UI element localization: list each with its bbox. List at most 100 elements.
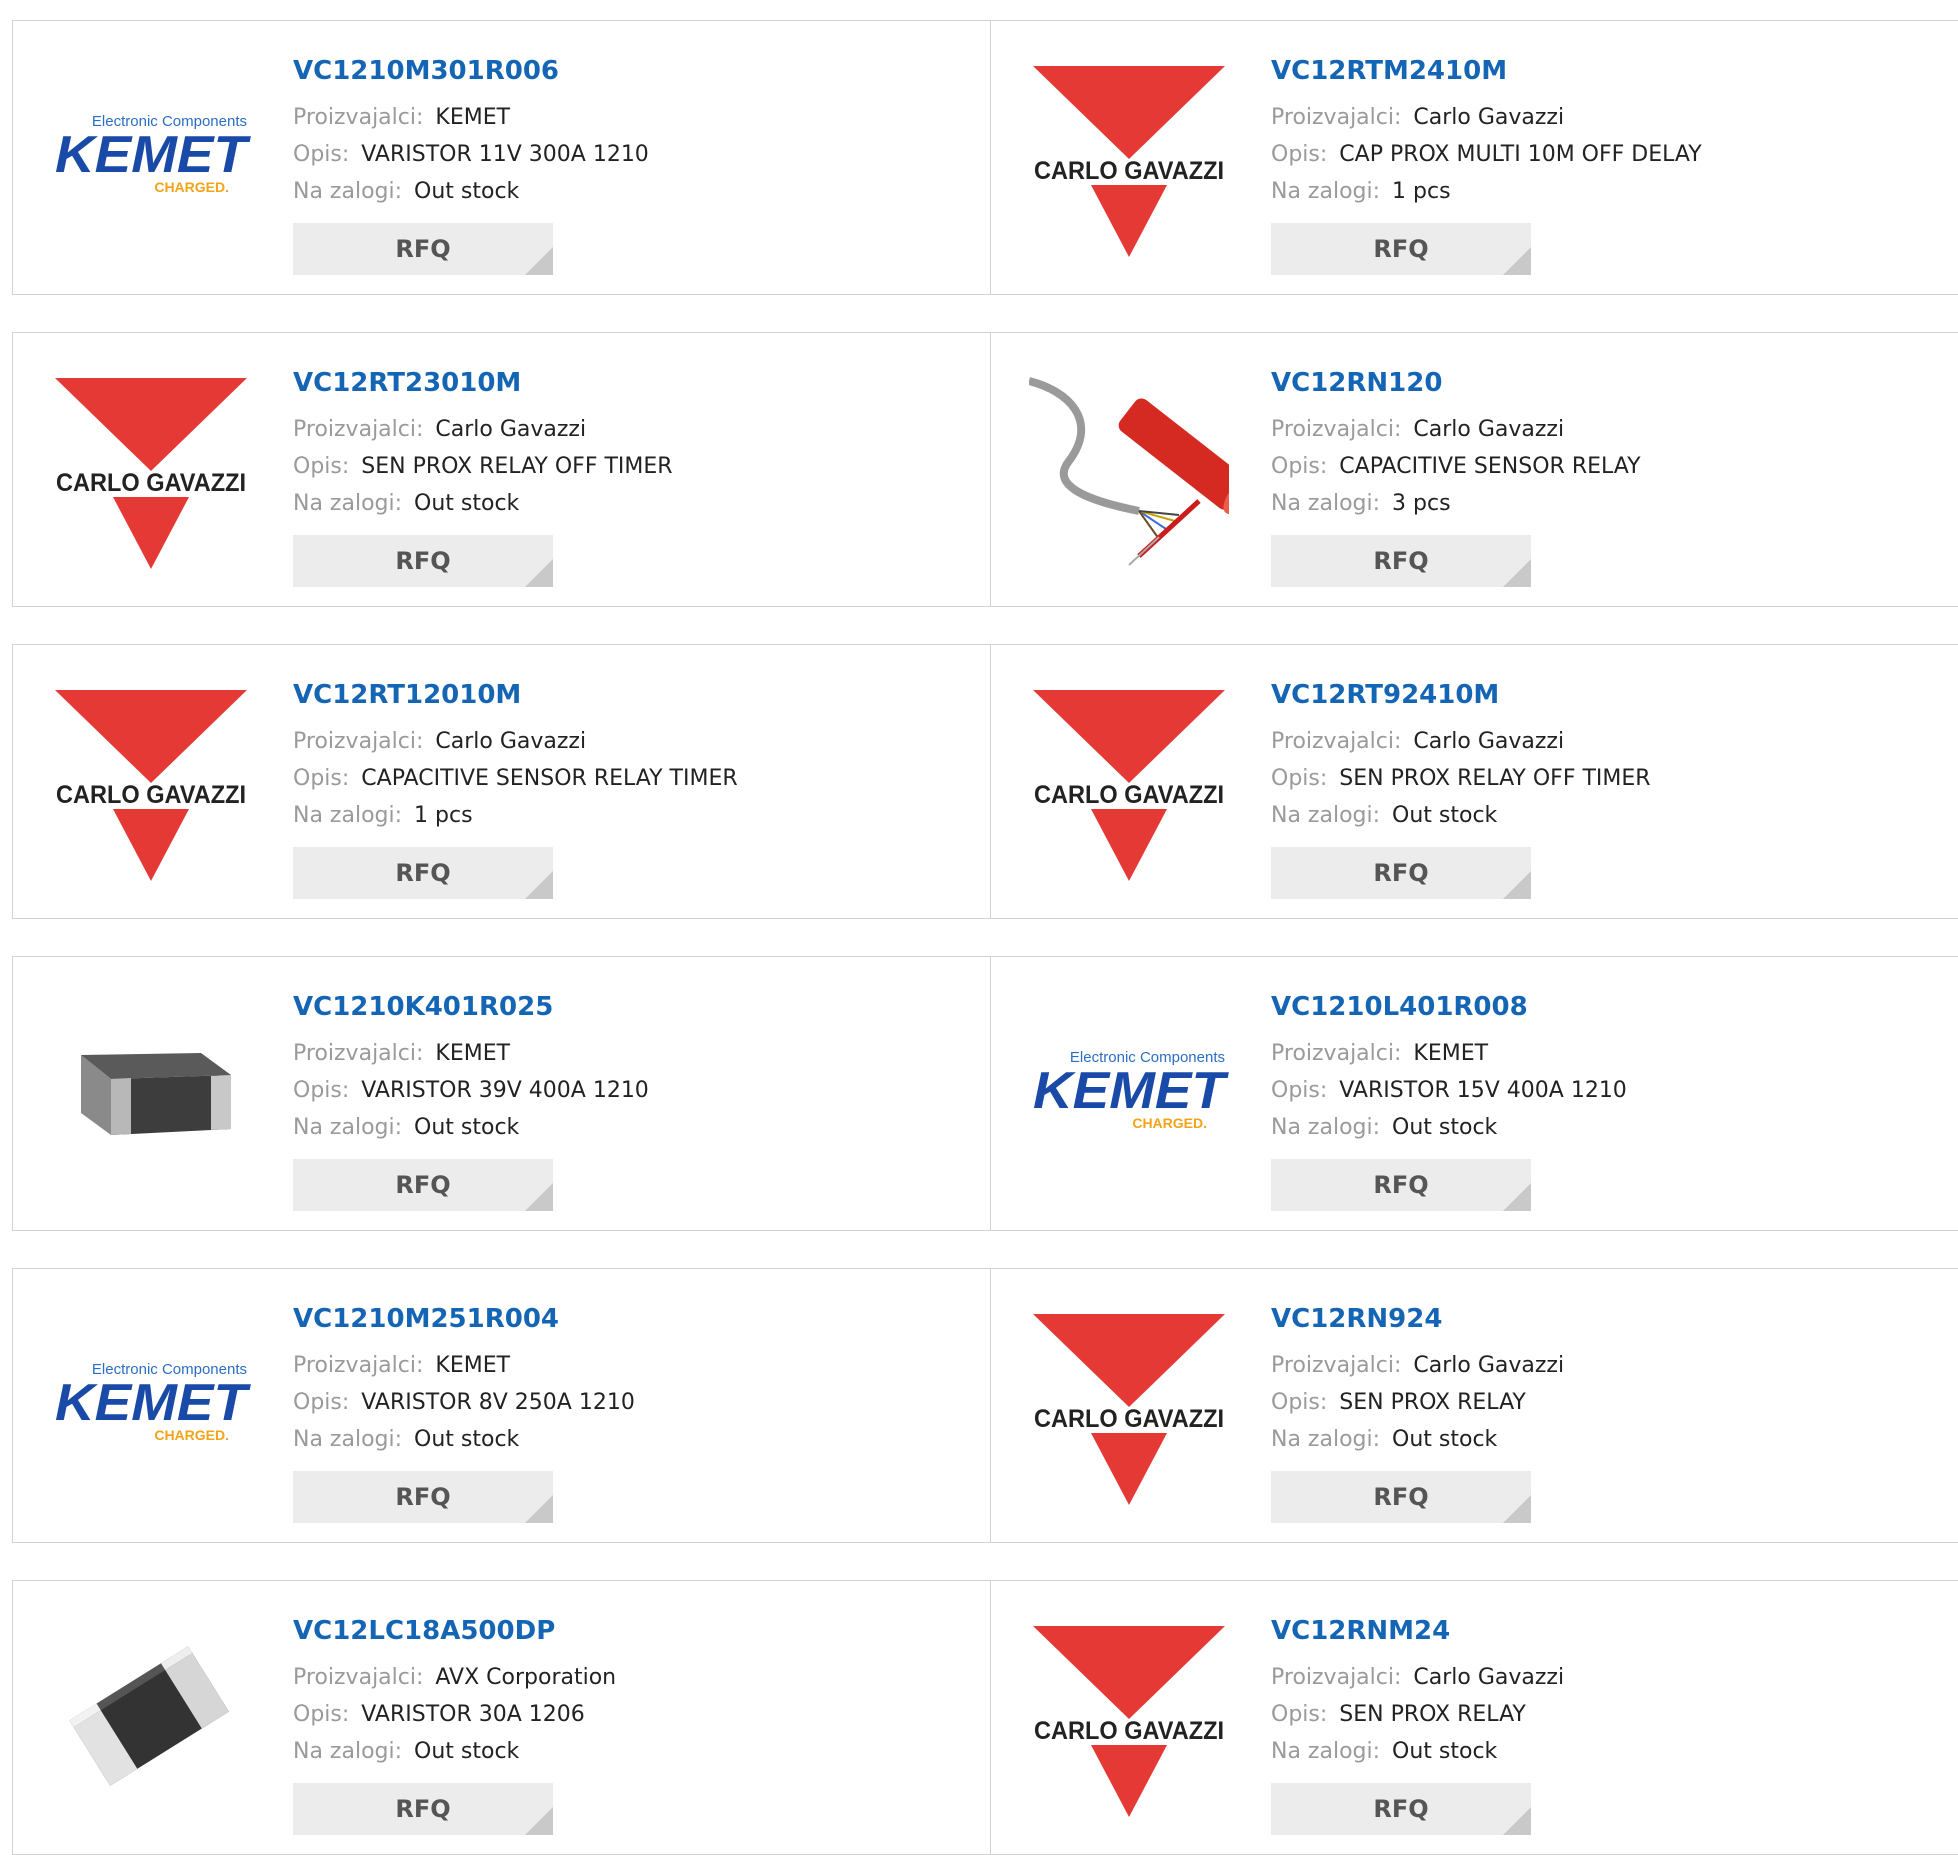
description-row: Opis: CAP PROX MULTI 10M OFF DELAY (1271, 136, 1939, 173)
rfq-button[interactable]: RFQ (293, 1783, 553, 1835)
carlo-gavazzi-logo[interactable]: CARLO GAVAZZI (1029, 59, 1229, 259)
carlo-gavazzi-logo[interactable]: CARLO GAVAZZI (51, 371, 251, 571)
rfq-label: RFQ (395, 547, 451, 575)
part-number-link[interactable]: VC12RN924 (1271, 1299, 1939, 1339)
part-number-link[interactable]: VC1210K401R025 (293, 987, 970, 1027)
manufacturer-label: Proizvajalci: (293, 1665, 424, 1690)
kemet-logo[interactable]: Electronic Components KEMET CHARGED. (51, 59, 251, 259)
stock-label: Na zalogi: (293, 1115, 403, 1140)
stock-label: Na zalogi: (1271, 491, 1381, 516)
stock-value: Out stock (414, 491, 520, 516)
corner-triangle-icon (1503, 247, 1531, 275)
manufacturer-row: Proizvajalci: Carlo Gavazzi (293, 411, 970, 448)
manufacturer-label: Proizvajalci: (293, 417, 424, 442)
product-row: CARLO GAVAZZI VC12RT12010M Proizvajalci: Ca… (12, 644, 1958, 919)
stock-label: Na zalogi: (1271, 1427, 1381, 1452)
manufacturer-value: KEMET (1413, 1041, 1489, 1066)
svg-text:CARLO GAVAZZI: CARLO GAVAZZI (56, 469, 246, 497)
manufacturer-row: Proizvajalci: Carlo Gavazzi (1271, 411, 1939, 448)
stock-label: Na zalogi: (1271, 1739, 1381, 1764)
rfq-button[interactable]: RFQ (1271, 847, 1531, 899)
rfq-button[interactable]: RFQ (1271, 1159, 1531, 1211)
rfq-button[interactable]: RFQ (1271, 535, 1531, 587)
rfq-button[interactable]: RFQ (293, 1159, 553, 1211)
description-row: Opis: CAPACITIVE SENSOR RELAY TIMER (293, 760, 970, 797)
part-number-link[interactable]: VC1210L401R008 (1271, 987, 1939, 1027)
rfq-button[interactable]: RFQ (293, 535, 553, 587)
carlo-gavazzi-logo[interactable]: CARLO GAVAZZI (51, 683, 251, 883)
product-card: Electronic Components KEMET CHARGED. VC1210… (13, 1269, 991, 1542)
manufacturer-label: Proizvajalci: (1271, 1665, 1402, 1690)
part-number-link[interactable]: VC12RT23010M (293, 363, 970, 403)
stock-row: Na zalogi: 1 pcs (293, 797, 970, 834)
stock-row: Na zalogi: Out stock (1271, 1421, 1939, 1458)
manufacturer-row: Proizvajalci: Carlo Gavazzi (1271, 723, 1939, 760)
product-row: VC1210K401R025 Proizvajalci: KEMET Opis: VAR… (12, 956, 1958, 1231)
manufacturer-label: Proizvajalci: (1271, 417, 1402, 442)
corner-triangle-icon (525, 559, 553, 587)
description-value: VARISTOR 30A 1206 (361, 1702, 585, 1727)
smd-chip-photo[interactable] (51, 995, 251, 1195)
product-card: CARLO GAVAZZI VC12RT12010M Proizvajalci: Ca… (13, 645, 991, 918)
rfq-button[interactable]: RFQ (293, 223, 553, 275)
part-number-link[interactable]: VC1210M251R004 (293, 1299, 970, 1339)
rfq-button[interactable]: RFQ (1271, 1471, 1531, 1523)
description-value: VARISTOR 11V 300A 1210 (361, 142, 649, 167)
product-card: VC12RN120 Proizvajalci: Carlo Gavazzi Opis:… (991, 333, 1958, 606)
description-row: Opis: VARISTOR 15V 400A 1210 (1271, 1072, 1939, 1109)
stock-label: Na zalogi: (293, 803, 403, 828)
svg-text:CARLO GAVAZZI: CARLO GAVAZZI (1034, 781, 1224, 809)
description-value: CAPACITIVE SENSOR RELAY (1339, 454, 1641, 479)
stock-label: Na zalogi: (293, 179, 403, 204)
carlo-gavazzi-logo[interactable]: CARLO GAVAZZI (1029, 1619, 1229, 1819)
part-number-link[interactable]: VC12LC18A500DP (293, 1611, 970, 1651)
description-label: Opis: (293, 1078, 350, 1103)
rfq-label: RFQ (395, 1795, 451, 1823)
rfq-button[interactable]: RFQ (1271, 1783, 1531, 1835)
carlo-gavazzi-logo[interactable]: CARLO GAVAZZI (1029, 683, 1229, 883)
stock-value: 1 pcs (1392, 179, 1451, 204)
manufacturer-value: Carlo Gavazzi (435, 417, 587, 442)
svg-text:KEMET: KEMET (55, 1374, 251, 1432)
manufacturer-value: KEMET (435, 105, 511, 130)
rfq-label: RFQ (395, 235, 451, 263)
stock-label: Na zalogi: (1271, 1115, 1381, 1140)
description-label: Opis: (293, 1702, 350, 1727)
manufacturer-row: Proizvajalci: AVX Corporation (293, 1659, 970, 1696)
sensor-cable-photo[interactable] (1029, 371, 1229, 571)
manufacturer-value: KEMET (435, 1041, 511, 1066)
rfq-button[interactable]: RFQ (293, 847, 553, 899)
kemet-logo[interactable]: Electronic Components KEMET CHARGED. (51, 1307, 251, 1507)
product-row: CARLO GAVAZZI VC12RT23010M Proizvajalci: Ca… (12, 332, 1958, 607)
manufacturer-value: Carlo Gavazzi (1413, 417, 1565, 442)
manufacturer-row: Proizvajalci: KEMET (293, 1035, 970, 1072)
part-number-link[interactable]: VC12RN120 (1271, 363, 1939, 403)
part-number-link[interactable]: VC12RNM24 (1271, 1611, 1939, 1651)
part-number-link[interactable]: VC12RT92410M (1271, 675, 1939, 715)
product-card: CARLO GAVAZZI VC12RNM24 Proizvajalci: Carlo… (991, 1581, 1958, 1854)
rfq-button[interactable]: RFQ (293, 1471, 553, 1523)
stock-value: Out stock (1392, 1739, 1498, 1764)
description-value: CAPACITIVE SENSOR RELAY TIMER (361, 766, 738, 791)
stock-value: Out stock (414, 1739, 520, 1764)
stock-label: Na zalogi: (293, 491, 403, 516)
stock-label: Na zalogi: (1271, 803, 1381, 828)
svg-text:KEMET: KEMET (1033, 1062, 1229, 1120)
part-number-link[interactable]: VC12RT12010M (293, 675, 970, 715)
carlo-gavazzi-logo[interactable]: CARLO GAVAZZI (1029, 1307, 1229, 1507)
manufacturer-label: Proizvajalci: (293, 729, 424, 754)
smd-chip-small-photo[interactable] (51, 1619, 251, 1819)
manufacturer-row: Proizvajalci: Carlo Gavazzi (1271, 99, 1939, 136)
manufacturer-row: Proizvajalci: KEMET (293, 1347, 970, 1384)
svg-text:KEMET: KEMET (55, 126, 251, 184)
kemet-logo[interactable]: Electronic Components KEMET CHARGED. (1029, 995, 1229, 1195)
product-card: VC1210K401R025 Proizvajalci: KEMET Opis: VAR… (13, 957, 991, 1230)
part-number-link[interactable]: VC1210M301R006 (293, 51, 970, 91)
corner-triangle-icon (525, 1495, 553, 1523)
rfq-label: RFQ (395, 1171, 451, 1199)
part-number-link[interactable]: VC12RTM2410M (1271, 51, 1939, 91)
stock-row: Na zalogi: 1 pcs (1271, 173, 1939, 210)
description-value: SEN PROX RELAY OFF TIMER (1339, 766, 1651, 791)
rfq-button[interactable]: RFQ (1271, 223, 1531, 275)
description-label: Opis: (1271, 142, 1328, 167)
